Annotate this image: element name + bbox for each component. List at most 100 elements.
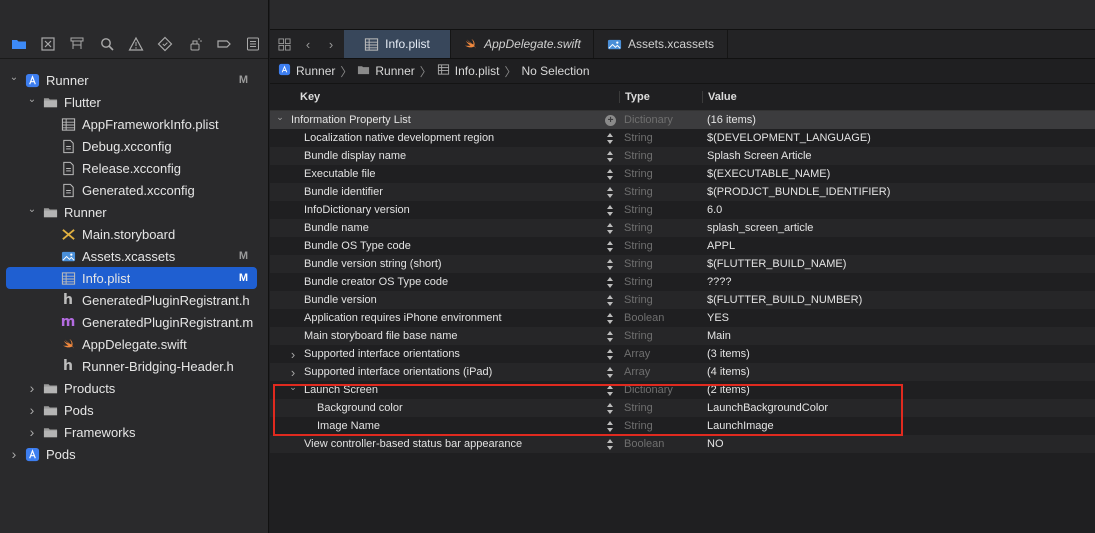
plist-key-cell[interactable]: Main storyboard file base name — [270, 330, 602, 342]
type-stepper-icon[interactable] — [602, 240, 619, 252]
plist-value-cell[interactable]: $(EXECUTABLE_NAME) — [702, 168, 830, 180]
plist-row[interactable]: Bundle name String splash_screen_article — [270, 219, 1095, 237]
tree-item-generated-xcconfig[interactable]: Generated.xcconfig — [0, 179, 268, 201]
plist-value-cell[interactable]: APPL — [702, 240, 735, 252]
tree-item-runner[interactable]: ⌄ Runner — [0, 201, 268, 223]
issue-warning-icon[interactable] — [121, 29, 150, 59]
plist-key-cell[interactable]: › Supported interface orientations — [270, 347, 602, 362]
plist-type-cell[interactable]: String — [619, 330, 702, 342]
tree-item-appdelegate-swift[interactable]: AppDelegate.swift — [0, 333, 268, 355]
chevron-right-icon[interactable]: › — [8, 446, 20, 462]
type-stepper-icon[interactable] — [602, 330, 619, 342]
type-stepper-icon[interactable] — [602, 168, 619, 180]
grid-layout-icon[interactable] — [270, 30, 298, 58]
chevron-right-icon[interactable]: › — [26, 380, 38, 396]
tab-appdelegate-swift[interactable]: AppDelegate.swift — [451, 30, 594, 58]
jumpbar-item[interactable]: Runner — [296, 64, 335, 78]
plist-key-cell[interactable]: View controller-based status bar appeara… — [270, 438, 602, 450]
plist-type-cell[interactable]: String — [619, 186, 702, 198]
plist-key-cell[interactable]: ⌄ Launch Screen — [270, 382, 602, 396]
plist-key-cell[interactable]: Bundle creator OS Type code — [270, 276, 602, 288]
plist-value-cell[interactable]: LaunchImage — [702, 420, 774, 432]
plist-type-cell[interactable]: String — [619, 222, 702, 234]
jumpbar-item[interactable]: No Selection — [521, 64, 589, 78]
plist-key-cell[interactable]: Background color — [270, 402, 602, 414]
tree-item-appframeworkinfo-plist[interactable]: AppFrameworkInfo.plist — [0, 113, 268, 135]
jumpbar-item[interactable]: Runner — [375, 64, 414, 78]
type-stepper-icon[interactable] — [602, 384, 619, 396]
plist-type-cell[interactable]: String — [619, 258, 702, 270]
plist-type-cell[interactable]: String — [619, 168, 702, 180]
plist-value-cell[interactable]: $(FLUTTER_BUILD_NAME) — [702, 258, 846, 270]
chevron-right-icon[interactable]: › — [287, 347, 299, 362]
chevron-right-icon[interactable]: › — [26, 402, 38, 418]
type-stepper-icon[interactable] — [602, 348, 619, 360]
tree-item-generatedpluginregistrant-m[interactable]: m GeneratedPluginRegistrant.m — [0, 311, 268, 333]
breakpoint-icon[interactable] — [209, 29, 238, 59]
plist-type-cell[interactable]: String — [619, 204, 702, 216]
type-stepper-icon[interactable] — [602, 204, 619, 216]
plist-row[interactable]: View controller-based status bar appeara… — [270, 435, 1095, 453]
tab-assets-xcassets[interactable]: Assets.xcassets — [594, 30, 728, 58]
type-stepper-icon[interactable] — [602, 366, 619, 378]
plist-row[interactable]: › Supported interface orientations Array (3… — [270, 345, 1095, 363]
plist-type-cell[interactable]: Array — [619, 348, 702, 360]
tree-item-info-plist[interactable]: Info.plist M — [6, 267, 257, 289]
tree-item-pods[interactable]: › Pods — [0, 399, 268, 421]
type-stepper-icon[interactable] — [602, 258, 619, 270]
column-header-type[interactable]: Type — [619, 91, 702, 103]
add-item-icon[interactable]: + — [602, 114, 619, 126]
jumpbar-item[interactable]: Info.plist — [455, 64, 500, 78]
folder-icon[interactable] — [4, 29, 33, 59]
plist-key-cell[interactable]: Bundle version — [270, 294, 602, 306]
forward-arrow-icon[interactable]: › — [318, 30, 344, 58]
plist-row[interactable]: Executable file String $(EXECUTABLE_NAME) — [270, 165, 1095, 183]
plist-value-cell[interactable]: Main — [702, 330, 731, 342]
plist-row[interactable]: Bundle display name String Splash Screen A… — [270, 147, 1095, 165]
test-diamond-icon[interactable] — [151, 29, 180, 59]
tree-item-release-xcconfig[interactable]: Release.xcconfig — [0, 157, 268, 179]
tree-item-debug-xcconfig[interactable]: Debug.xcconfig — [0, 135, 268, 157]
plist-key-cell[interactable]: Bundle name — [270, 222, 602, 234]
type-stepper-icon[interactable] — [602, 222, 619, 234]
tab-info-plist[interactable]: Info.plist — [344, 30, 451, 58]
plist-value-cell[interactable]: ???? — [702, 276, 731, 288]
tree-item-assets-xcassets[interactable]: Assets.xcassets M — [0, 245, 268, 267]
plist-type-cell[interactable]: Boolean — [619, 312, 702, 324]
plist-row[interactable]: Bundle creator OS Type code String???? — [270, 273, 1095, 291]
plist-row[interactable]: Application requires iPhone environment B… — [270, 309, 1095, 327]
plist-row[interactable]: Image Name String LaunchImage — [270, 417, 1095, 435]
type-stepper-icon[interactable] — [602, 294, 619, 306]
plist-row[interactable]: Bundle OS Type code String APPL — [270, 237, 1095, 255]
plist-type-cell[interactable]: String — [619, 420, 702, 432]
plist-value-cell[interactable]: LaunchBackgroundColor — [702, 402, 828, 414]
plist-value-cell[interactable]: (2 items) — [702, 384, 750, 396]
type-stepper-icon[interactable] — [602, 420, 619, 432]
plist-type-cell[interactable]: Array — [619, 366, 702, 378]
plist-value-cell[interactable]: (3 items) — [702, 348, 750, 360]
type-stepper-icon[interactable] — [602, 132, 619, 144]
plist-type-cell[interactable]: String — [619, 240, 702, 252]
plist-row[interactable]: Bundle identifier String $(PRODJCT_BUNDLE_… — [270, 183, 1095, 201]
tree-item-flutter[interactable]: ⌄ Flutter — [0, 91, 268, 113]
chevron-right-icon[interactable]: › — [287, 365, 299, 380]
plist-value-cell[interactable]: $(FLUTTER_BUILD_NUMBER) — [702, 294, 862, 306]
plist-value-cell[interactable]: Splash Screen Article — [702, 150, 812, 162]
plist-key-cell[interactable]: Bundle OS Type code — [270, 240, 602, 252]
plist-type-cell[interactable]: Dictionary — [619, 114, 702, 126]
plist-type-cell[interactable]: Boolean — [619, 438, 702, 450]
type-stepper-icon[interactable] — [602, 438, 619, 450]
chevron-right-icon[interactable]: › — [26, 424, 38, 440]
plist-value-cell[interactable]: $(PRODJCT_BUNDLE_IDENTIFIER) — [702, 186, 890, 198]
tree-item-runner-bridging-header-h[interactable]: h Runner-Bridging-Header.h — [0, 355, 268, 377]
chevron-down-icon[interactable]: ⌄ — [26, 94, 38, 106]
plist-row[interactable]: Main storyboard file base name String Main — [270, 327, 1095, 345]
plist-type-cell[interactable]: String — [619, 276, 702, 288]
column-header-value[interactable]: Value — [702, 91, 737, 103]
plist-value-cell[interactable]: splash_screen_article — [702, 222, 813, 234]
report-list-icon[interactable] — [239, 29, 268, 59]
plist-key-cell[interactable]: Localization native development region — [270, 132, 602, 144]
plist-type-cell[interactable]: String — [619, 150, 702, 162]
plist-key-cell[interactable]: ⌄ Information Property List — [270, 112, 602, 126]
chevron-down-icon[interactable]: ⌄ — [8, 72, 20, 84]
